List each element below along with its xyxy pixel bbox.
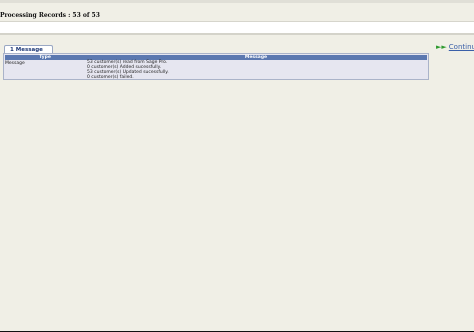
top-border bbox=[0, 0, 474, 3]
table-header: Type Message bbox=[5, 55, 427, 60]
row-type-cell: Message bbox=[5, 61, 25, 66]
continue-link[interactable]: ►►Continue bbox=[436, 43, 474, 51]
page-title: Processing Records : 53 of 53 bbox=[0, 12, 100, 19]
column-header-type: Type bbox=[39, 55, 51, 60]
toolbar-band bbox=[0, 21, 474, 33]
tab-messages[interactable]: 1 Message bbox=[4, 45, 53, 53]
message-line: 0 customer(s) failed. bbox=[87, 75, 134, 80]
divider bbox=[0, 33, 474, 35]
double-arrow-right-icon: ►► bbox=[436, 43, 447, 51]
continue-label: Continue bbox=[448, 43, 474, 51]
messages-panel: Type Message Message 53 customer(s) read… bbox=[3, 53, 429, 80]
row-message-cell: 53 customer(s) read from Sage Pro. 0 cus… bbox=[87, 60, 169, 80]
